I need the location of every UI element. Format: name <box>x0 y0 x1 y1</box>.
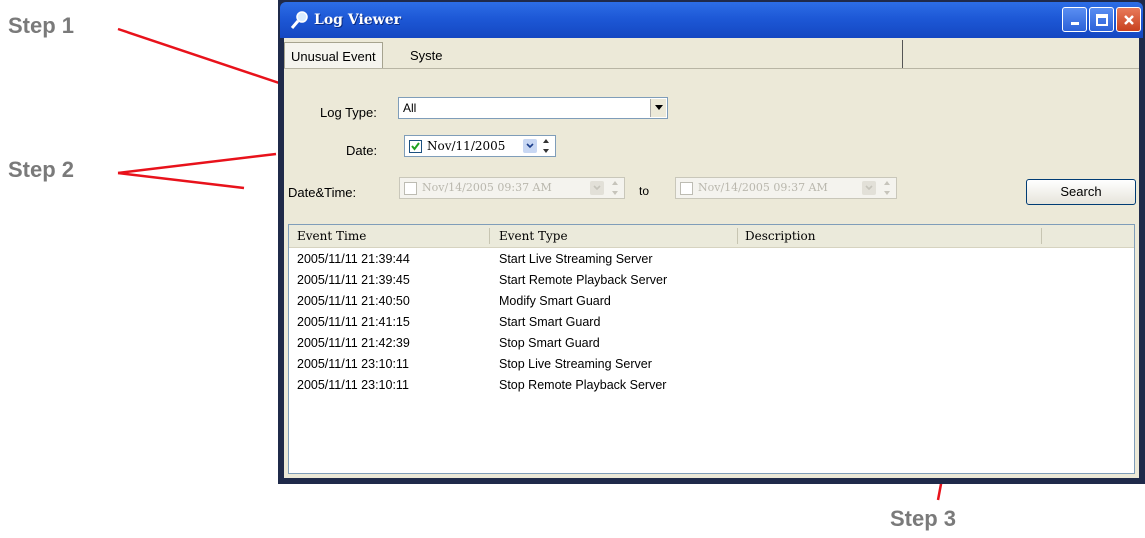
minimize-button[interactable] <box>1062 7 1087 32</box>
event-time-cell: 2005/11/11 21:39:45 <box>297 273 410 287</box>
column-header-event-time[interactable]: Event Time <box>297 229 366 243</box>
tab-unusual-event[interactable]: Unusual Event <box>284 42 383 68</box>
date-picker[interactable]: Nov/11/2005 <box>404 135 556 157</box>
step3-label: Step 3 <box>890 506 957 531</box>
date-label: Date: <box>346 143 378 158</box>
event-type-cell: Stop Remote Playback Server <box>499 378 667 392</box>
minimize-icon <box>1070 21 1079 25</box>
event-type-cell: Start Remote Playback Server <box>499 273 668 287</box>
table-row[interactable]: 2005/11/11 23:10:11 Stop Remote Playback … <box>289 376 1134 397</box>
table-row[interactable]: 2005/11/11 21:40:50 Modify Smart Guard <box>289 292 1134 313</box>
date-spin-button[interactable] <box>541 138 551 154</box>
checkmark-icon <box>411 142 420 151</box>
event-time-cell: 2005/11/11 23:10:11 <box>297 378 409 392</box>
datetime-from-checkbox[interactable] <box>404 182 417 195</box>
tab-strip: Unusual Event Syste <box>284 38 1139 69</box>
column-divider[interactable] <box>1041 228 1042 244</box>
step2-arrow-lower <box>117 171 245 190</box>
log-type-value: All <box>403 101 417 115</box>
table-row[interactable]: 2005/11/11 23:10:11 Stop Live Streaming S… <box>289 355 1134 376</box>
log-type-label: Log Type: <box>320 105 377 120</box>
log-type-select[interactable]: All <box>398 97 668 119</box>
date-value: Nov/11/2005 <box>427 139 506 153</box>
event-type-cell: Start Smart Guard <box>499 315 601 329</box>
datetime-to-picker[interactable]: Nov/14/2005 09:37 AM <box>675 177 897 199</box>
datetime-to-spin-button[interactable] <box>882 180 892 196</box>
table-row[interactable]: 2005/11/11 21:39:45 Start Remote Playback… <box>289 271 1134 292</box>
tab-system[interactable]: Syste <box>410 48 443 63</box>
spin-arrows-icon <box>612 181 618 195</box>
datetime-to-dropdown-button[interactable] <box>862 181 876 195</box>
datetime-label: Date&Time: <box>288 185 357 200</box>
close-icon <box>1123 14 1134 25</box>
datetime-from-value: Nov/14/2005 09:37 AM <box>422 181 552 194</box>
title-bar[interactable]: Log Viewer <box>280 2 1143 38</box>
event-time-cell: 2005/11/11 21:42:39 <box>297 336 410 350</box>
magnifier-icon <box>290 11 308 29</box>
close-button[interactable] <box>1116 7 1141 32</box>
table-row[interactable]: 2005/11/11 21:39:44 Start Live Streaming … <box>289 250 1134 271</box>
event-time-cell: 2005/11/11 21:41:15 <box>297 315 410 329</box>
event-type-cell: Modify Smart Guard <box>499 294 611 308</box>
datetime-from-dropdown-button[interactable] <box>590 181 604 195</box>
chevron-down-icon <box>654 105 663 110</box>
datetime-to-checkbox[interactable] <box>680 182 693 195</box>
spin-arrows-icon <box>884 181 890 195</box>
maximize-button[interactable] <box>1089 7 1114 32</box>
datetime-to-value: Nov/14/2005 09:37 AM <box>698 181 828 194</box>
maximize-icon <box>1095 13 1108 26</box>
event-type-cell: Stop Smart Guard <box>499 336 600 350</box>
column-divider[interactable] <box>737 228 738 244</box>
window-client-area: Unusual Event Syste Log Type: All Date: … <box>284 38 1139 478</box>
date-checkbox[interactable] <box>409 140 422 153</box>
window-title: Log Viewer <box>314 12 402 28</box>
event-list[interactable]: Event Time Event Type Description 2005/1… <box>288 224 1135 474</box>
chevron-down-icon <box>526 143 534 149</box>
event-time-cell: 2005/11/11 21:40:50 <box>297 294 410 308</box>
chevron-down-icon <box>593 185 601 191</box>
datetime-from-picker[interactable]: Nov/14/2005 09:37 AM <box>399 177 625 199</box>
log-viewer-window: Log Viewer Unusual Event Syste Log Type:… <box>278 0 1145 484</box>
event-type-cell: Stop Live Streaming Server <box>499 357 652 371</box>
event-time-cell: 2005/11/11 21:39:44 <box>297 252 410 266</box>
to-label: to <box>639 184 650 198</box>
column-divider[interactable] <box>489 228 490 244</box>
chevron-down-icon <box>865 185 873 191</box>
step1-label: Step 1 <box>8 13 75 38</box>
dropdown-arrow-button[interactable] <box>650 99 666 117</box>
step2-label: Step 2 <box>8 157 75 182</box>
list-header: Event Time Event Type Description <box>289 225 1134 248</box>
datetime-from-spin-button[interactable] <box>610 180 620 196</box>
event-type-cell: Start Live Streaming Server <box>499 252 653 266</box>
date-dropdown-button[interactable] <box>523 139 537 153</box>
spin-arrows-icon <box>543 139 549 153</box>
step2-arrow-upper <box>117 152 277 175</box>
event-time-cell: 2005/11/11 23:10:11 <box>297 357 409 371</box>
column-header-description[interactable]: Description <box>745 229 815 243</box>
column-header-event-type[interactable]: Event Type <box>499 229 568 243</box>
table-row[interactable]: 2005/11/11 21:42:39 Stop Smart Guard <box>289 334 1134 355</box>
tab-separator <box>902 40 903 68</box>
search-button[interactable]: Search <box>1026 179 1136 205</box>
table-row[interactable]: 2005/11/11 21:41:15 Start Smart Guard <box>289 313 1134 334</box>
